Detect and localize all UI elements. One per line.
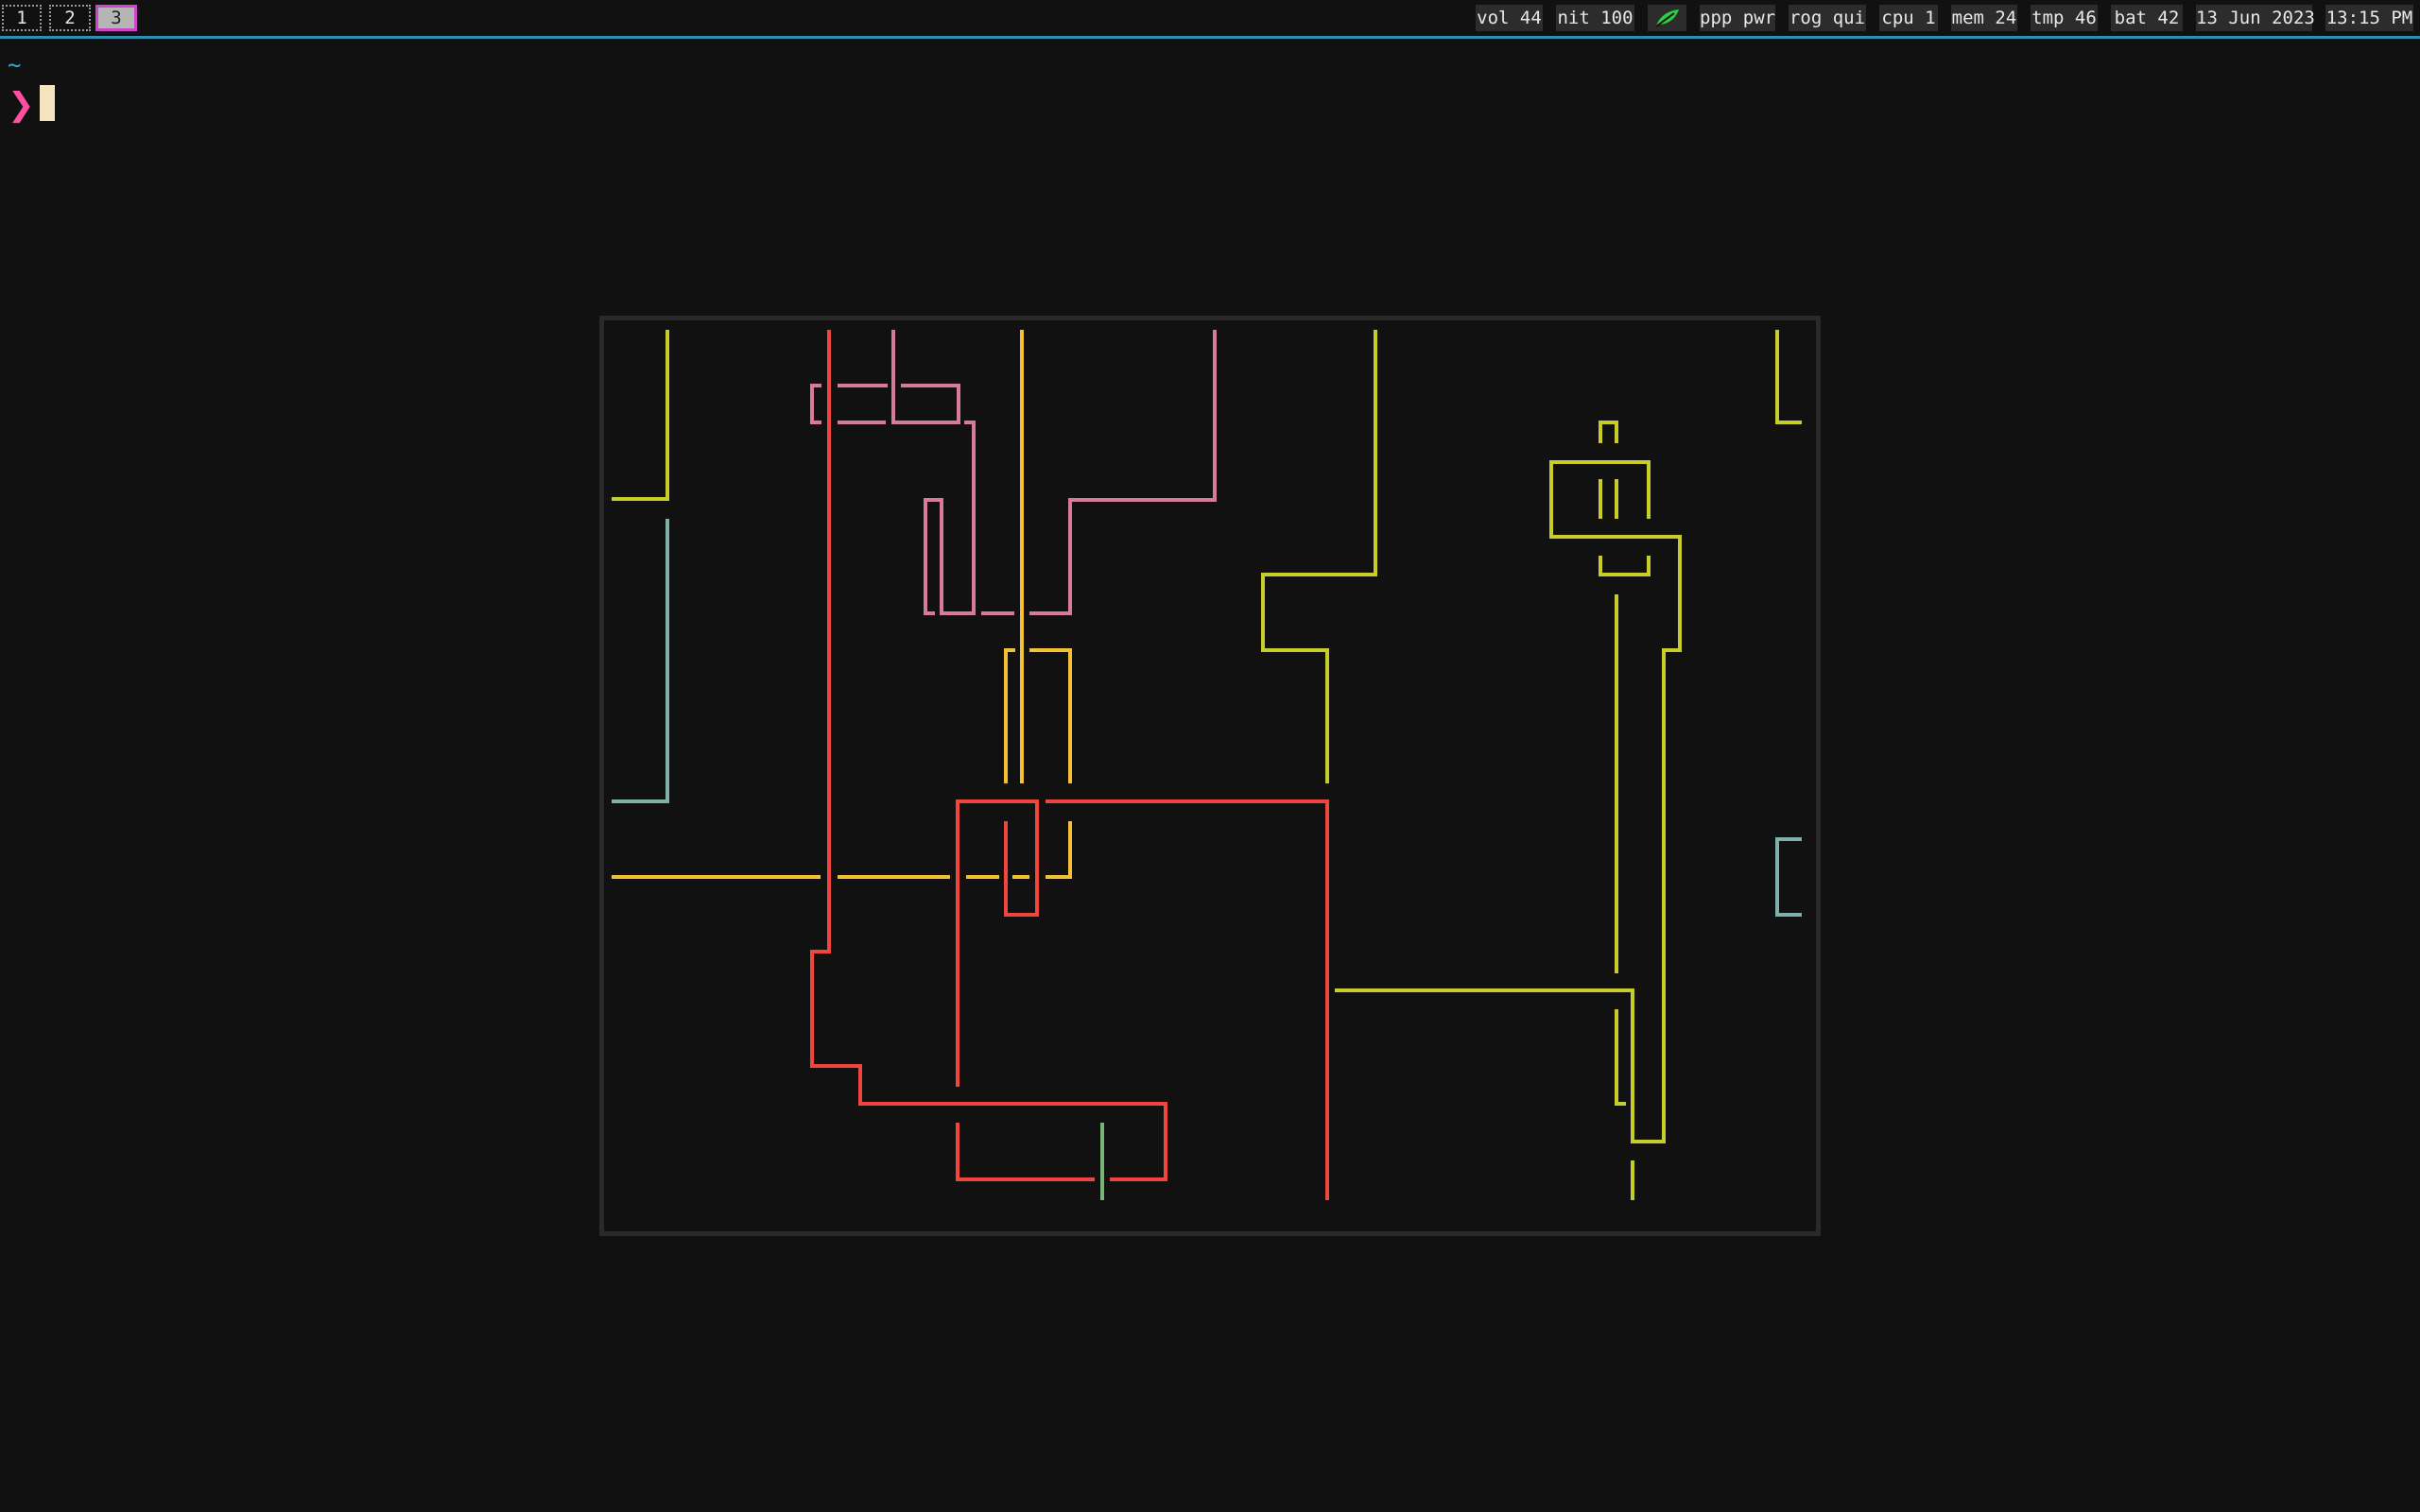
cwd-label: ~: [8, 52, 22, 78]
temperature-status[interactable]: tmp 46: [2031, 5, 2098, 31]
pipe-segment: [1599, 421, 1618, 443]
pipe-segment: [1046, 821, 1072, 879]
pipe-segment: [1029, 648, 1072, 783]
leaf-icon: [1655, 9, 1679, 27]
ppp-status[interactable]: ppp pwr: [1700, 5, 1775, 31]
pipe-segment: [1004, 648, 1015, 783]
rog-status[interactable]: rog qui: [1789, 5, 1866, 31]
power-profile-status[interactable]: [1648, 5, 1686, 31]
pipe-segment: [1046, 799, 1329, 1200]
pipe-segment: [1029, 330, 1217, 615]
pipe-segment: [956, 1123, 1095, 1181]
pipe-segment: [956, 799, 1039, 1087]
battery-status[interactable]: bat 42: [2111, 5, 2183, 31]
memory-status[interactable]: mem 24: [1951, 5, 2017, 31]
pipes-screensaver-window: [599, 316, 1821, 1236]
pipe-segment: [1775, 837, 1802, 917]
pipe-segment: [1599, 556, 1651, 576]
volume-status[interactable]: vol 44: [1476, 5, 1543, 31]
text-cursor: [40, 85, 55, 121]
pipes-canvas: [612, 330, 1802, 1200]
cpu-status[interactable]: cpu 1: [1879, 5, 1938, 31]
pipe-segment: [1335, 460, 1682, 1143]
clock-status[interactable]: 13:15 PM: [2325, 5, 2413, 31]
pipe-segment: [1615, 1009, 1626, 1106]
pipe-segment: [924, 421, 976, 615]
pipe-segment: [1261, 330, 1377, 783]
top-bar: 1 2 3 vol 44 nit 100 ppp pwr rog qui cpu…: [0, 0, 2420, 39]
pipe-segment: [810, 330, 1167, 1181]
brightness-status[interactable]: nit 100: [1556, 5, 1634, 31]
pipe-segment: [891, 330, 960, 424]
prompt-symbol: ❯: [8, 86, 35, 124]
date-status[interactable]: 13 Jun 2023: [2196, 5, 2315, 31]
pipe-segment: [612, 519, 669, 803]
status-bar: vol 44 nit 100 ppp pwr rog qui cpu 1 mem…: [0, 0, 2420, 36]
pipe-segment: [810, 384, 821, 424]
pipe-segment: [612, 330, 669, 501]
pipe-segment: [1775, 330, 1802, 424]
